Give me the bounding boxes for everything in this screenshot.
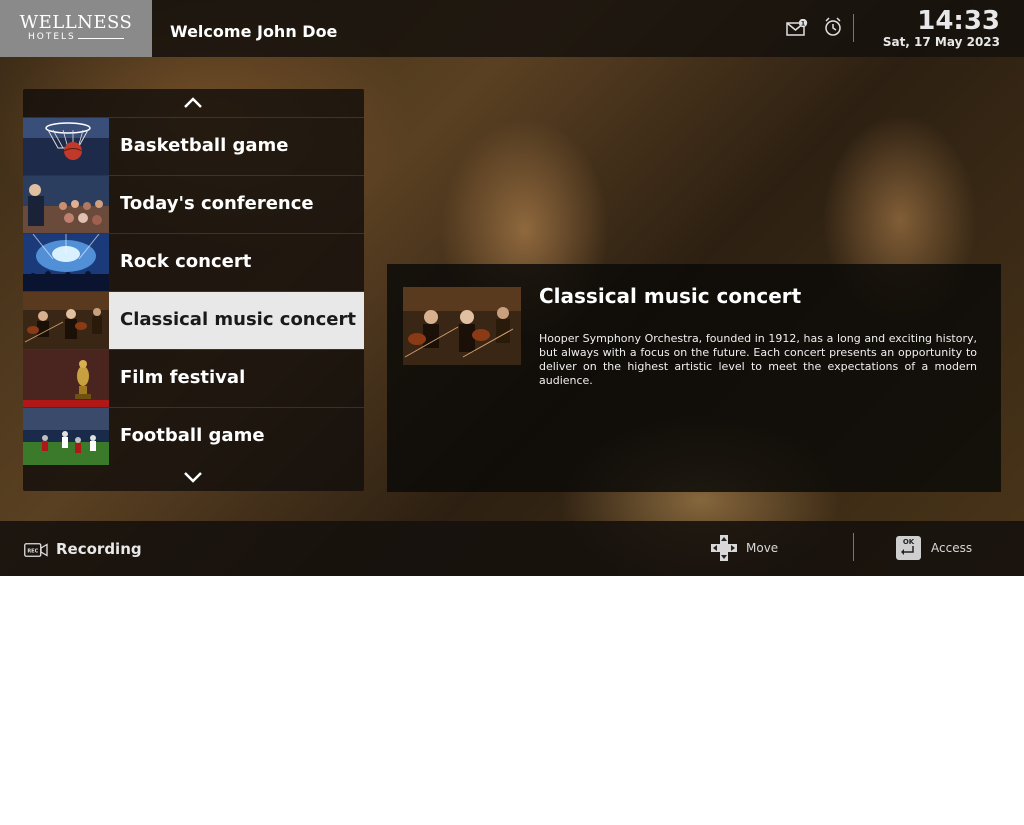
hotel-logo: WELLNESS HOTELS xyxy=(0,0,152,57)
clock-date: Sat, 17 May 2023 xyxy=(882,35,1000,49)
menu-item-label: Classical music concert xyxy=(120,309,356,330)
detail-title: Classical music concert xyxy=(539,284,802,308)
event-detail-panel: Classical music concert Hooper Symphony … xyxy=(387,264,1001,492)
menu-item-football[interactable]: Football game xyxy=(23,407,364,465)
rock-concert-thumbnail xyxy=(23,234,109,291)
clock-time: 14:33 xyxy=(917,6,1000,36)
logo-divider xyxy=(78,38,124,39)
mail-icon[interactable]: 1 xyxy=(786,18,808,41)
ok-button-icon: OK xyxy=(896,536,921,560)
conference-thumbnail xyxy=(23,176,109,233)
access-hint-label: Access xyxy=(931,541,973,555)
menu-item-label: Basketball game xyxy=(120,135,289,156)
film-festival-thumbnail xyxy=(23,350,109,407)
menu-item-classical-concert[interactable]: Classical music concert xyxy=(23,291,364,349)
menu-item-basketball[interactable]: Basketball game xyxy=(23,117,364,175)
basketball-thumbnail xyxy=(23,118,109,175)
recording-label[interactable]: Recording xyxy=(56,540,142,558)
logo-main-text: WELLNESS xyxy=(19,12,133,33)
scroll-down-button[interactable] xyxy=(23,463,364,491)
header-divider xyxy=(853,14,854,42)
top-bar: WELLNESS HOTELS Welcome John Doe 1 14:33… xyxy=(0,0,1024,57)
classical-concert-thumbnail xyxy=(23,292,109,349)
football-thumbnail xyxy=(23,408,109,465)
detail-description: Hooper Symphony Orchestra, founded in 19… xyxy=(539,332,977,387)
menu-item-label: Film festival xyxy=(120,367,246,388)
recording-icon[interactable]: REC xyxy=(24,542,48,561)
menu-item-conference[interactable]: Today's conference xyxy=(23,175,364,233)
rec-icon-text: REC xyxy=(27,548,38,554)
classical-concert-image xyxy=(403,287,521,365)
menu-item-label: Football game xyxy=(120,425,265,446)
scroll-up-button[interactable] xyxy=(23,89,364,117)
tv-screen: WELLNESS HOTELS Welcome John Doe 1 14:33… xyxy=(0,0,1024,576)
chevron-down-icon xyxy=(184,472,202,483)
menu-item-label: Rock concert xyxy=(120,251,252,272)
event-menu: Basketball game Today's conference Rock … xyxy=(23,89,364,491)
menu-item-film-festival[interactable]: Film festival xyxy=(23,349,364,407)
logo-sub-text: HOTELS xyxy=(28,32,76,42)
dpad-icon xyxy=(711,535,737,565)
menu-item-label: Today's conference xyxy=(120,193,314,214)
menu-item-rock-concert[interactable]: Rock concert xyxy=(23,233,364,291)
welcome-message: Welcome John Doe xyxy=(170,22,338,41)
alarm-clock-icon[interactable] xyxy=(823,16,843,42)
mail-badge: 1 xyxy=(801,20,806,28)
move-hint-label: Move xyxy=(746,541,779,555)
footer-divider xyxy=(853,533,854,561)
bottom-bar: REC Recording Move OK Access xyxy=(0,521,1024,576)
chevron-up-icon xyxy=(184,97,202,108)
